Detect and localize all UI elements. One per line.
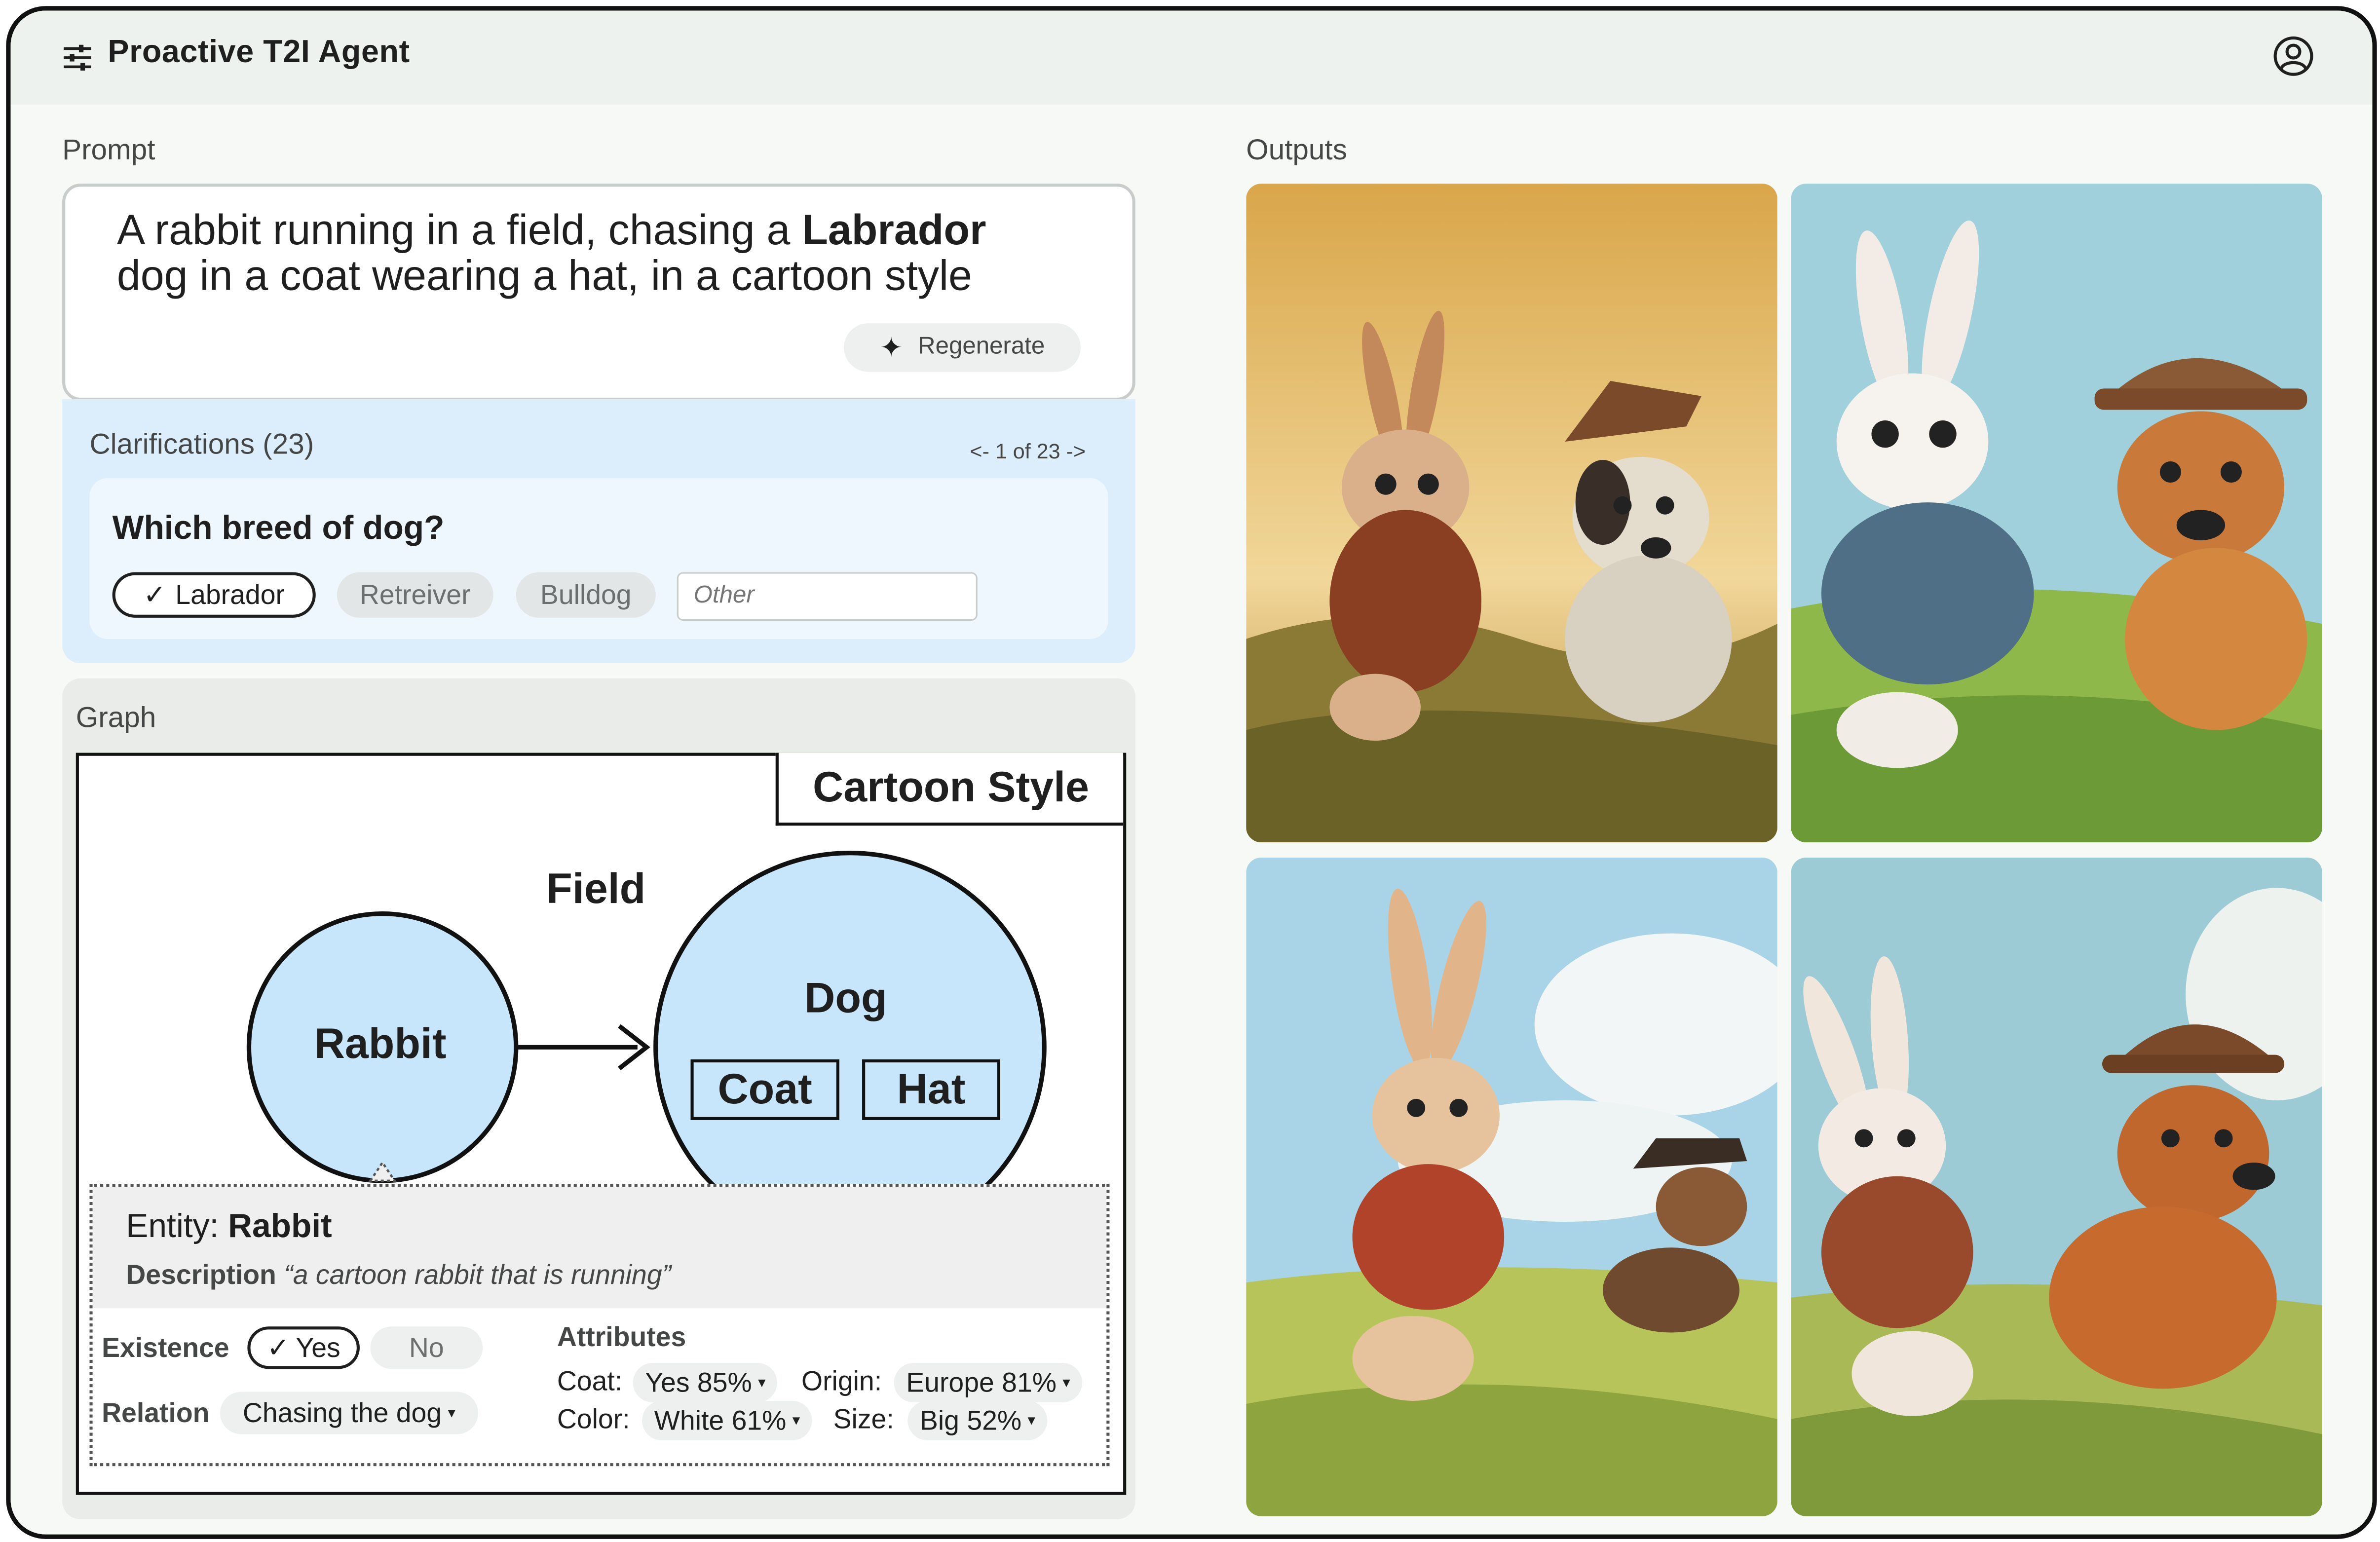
caret-down-icon: ▾ [1027, 1412, 1035, 1429]
output-image-4[interactable] [1791, 857, 2322, 1516]
clarification-question: Which breed of dog? [112, 508, 445, 547]
entity-detail-popup: Entity: Rabbit Description “a cartoon ra… [89, 1184, 1110, 1467]
relation-label: Relation [102, 1397, 210, 1429]
app-window: Proactive T2I Agent Prompt A rabbit runn… [6, 6, 2377, 1539]
top-bar: Proactive T2I Agent [10, 10, 2373, 105]
attributes-label: Attributes [557, 1322, 686, 1353]
attribute-dropdown-color[interactable]: White 61% ▾ [642, 1400, 812, 1440]
check-icon: ✓ [266, 1332, 290, 1362]
option-chip-bulldog[interactable]: Bulldog [516, 572, 656, 618]
scene-graph: Cartoon Style Field Rabbit Dog Coat Hat [76, 752, 1127, 1495]
attribute-key-coat: Coat: [557, 1366, 623, 1396]
attribute-dropdown-origin[interactable]: Europe 81% ▾ [894, 1363, 1083, 1403]
regenerate-label: Regenerate [918, 334, 1045, 360]
relation-dropdown[interactable]: Chasing the dog ▾ [220, 1392, 478, 1434]
dog-node-shape[interactable] [653, 850, 1047, 1244]
dog-node-label[interactable]: Dog [804, 975, 887, 1023]
app-title: Proactive T2I Agent [108, 35, 410, 70]
clarification-card: Which breed of dog? ✓ Labrador Retreiver… [89, 478, 1108, 639]
caret-down-icon: ▾ [1062, 1374, 1070, 1391]
account-circle-icon[interactable] [2272, 35, 2314, 77]
clarifications-pager[interactable]: <- 1 of 23 -> [970, 439, 1086, 463]
attribute-key-size: Size: [833, 1404, 894, 1434]
prompt-section-label: Prompt [62, 135, 155, 167]
caret-down-icon: ▾ [792, 1412, 800, 1429]
graph-panel: Graph Cartoon Style Field Rabbit Dog Coa… [62, 678, 1135, 1519]
sparkle-icon: ✦ [879, 332, 903, 362]
attribute-node-coat[interactable]: Coat [690, 1059, 839, 1120]
existence-no-toggle[interactable]: No [370, 1326, 483, 1369]
graph-section-label: Graph [76, 703, 156, 735]
attribute-key-color: Color: [557, 1404, 630, 1434]
main-content: Prompt A rabbit running in a field, chas… [10, 105, 2373, 1535]
popup-header: Entity: Rabbit Description “a cartoon ra… [92, 1187, 1107, 1309]
output-image-3[interactable] [1246, 857, 1777, 1516]
outputs-section-label: Outputs [1246, 135, 1347, 167]
option-chip-retreiver[interactable]: Retreiver [337, 572, 493, 618]
prompt-input[interactable]: A rabbit running in a field, chasing a L… [62, 184, 1135, 401]
option-chip-selected[interactable]: ✓ Labrador [112, 572, 316, 618]
clarifications-title: Clarifications (23) [89, 429, 314, 462]
attribute-dropdown-size[interactable]: Big 52% ▾ [907, 1400, 1048, 1440]
tune-icon[interactable] [61, 41, 94, 75]
entity-title: Entity: Rabbit [126, 1206, 332, 1245]
attribute-key-origin: Origin: [801, 1366, 882, 1396]
existence-label: Existence [102, 1332, 229, 1363]
entity-description: Description “a cartoon rabbit that is ru… [126, 1259, 672, 1290]
caret-down-icon: ▾ [448, 1404, 455, 1422]
output-image-1[interactable] [1246, 184, 1777, 843]
attribute-node-hat[interactable]: Hat [862, 1059, 1000, 1120]
clarifications-panel: Clarifications (23) <- 1 of 23 -> Which … [62, 399, 1135, 664]
other-input[interactable] [677, 572, 978, 621]
existence-yes-toggle[interactable]: ✓ Yes [247, 1326, 360, 1369]
rabbit-node-label[interactable]: Rabbit [314, 1020, 447, 1068]
output-image-2[interactable] [1791, 184, 2322, 843]
check-icon: ✓ [143, 579, 166, 609]
prompt-text: A rabbit running in a field, chasing a L… [116, 206, 986, 299]
caret-down-icon: ▾ [758, 1374, 766, 1391]
attribute-dropdown-coat[interactable]: Yes 85% ▾ [633, 1363, 778, 1403]
regenerate-button[interactable]: ✦ Regenerate [844, 323, 1081, 372]
prompt-highlight: Labrador [802, 206, 986, 254]
